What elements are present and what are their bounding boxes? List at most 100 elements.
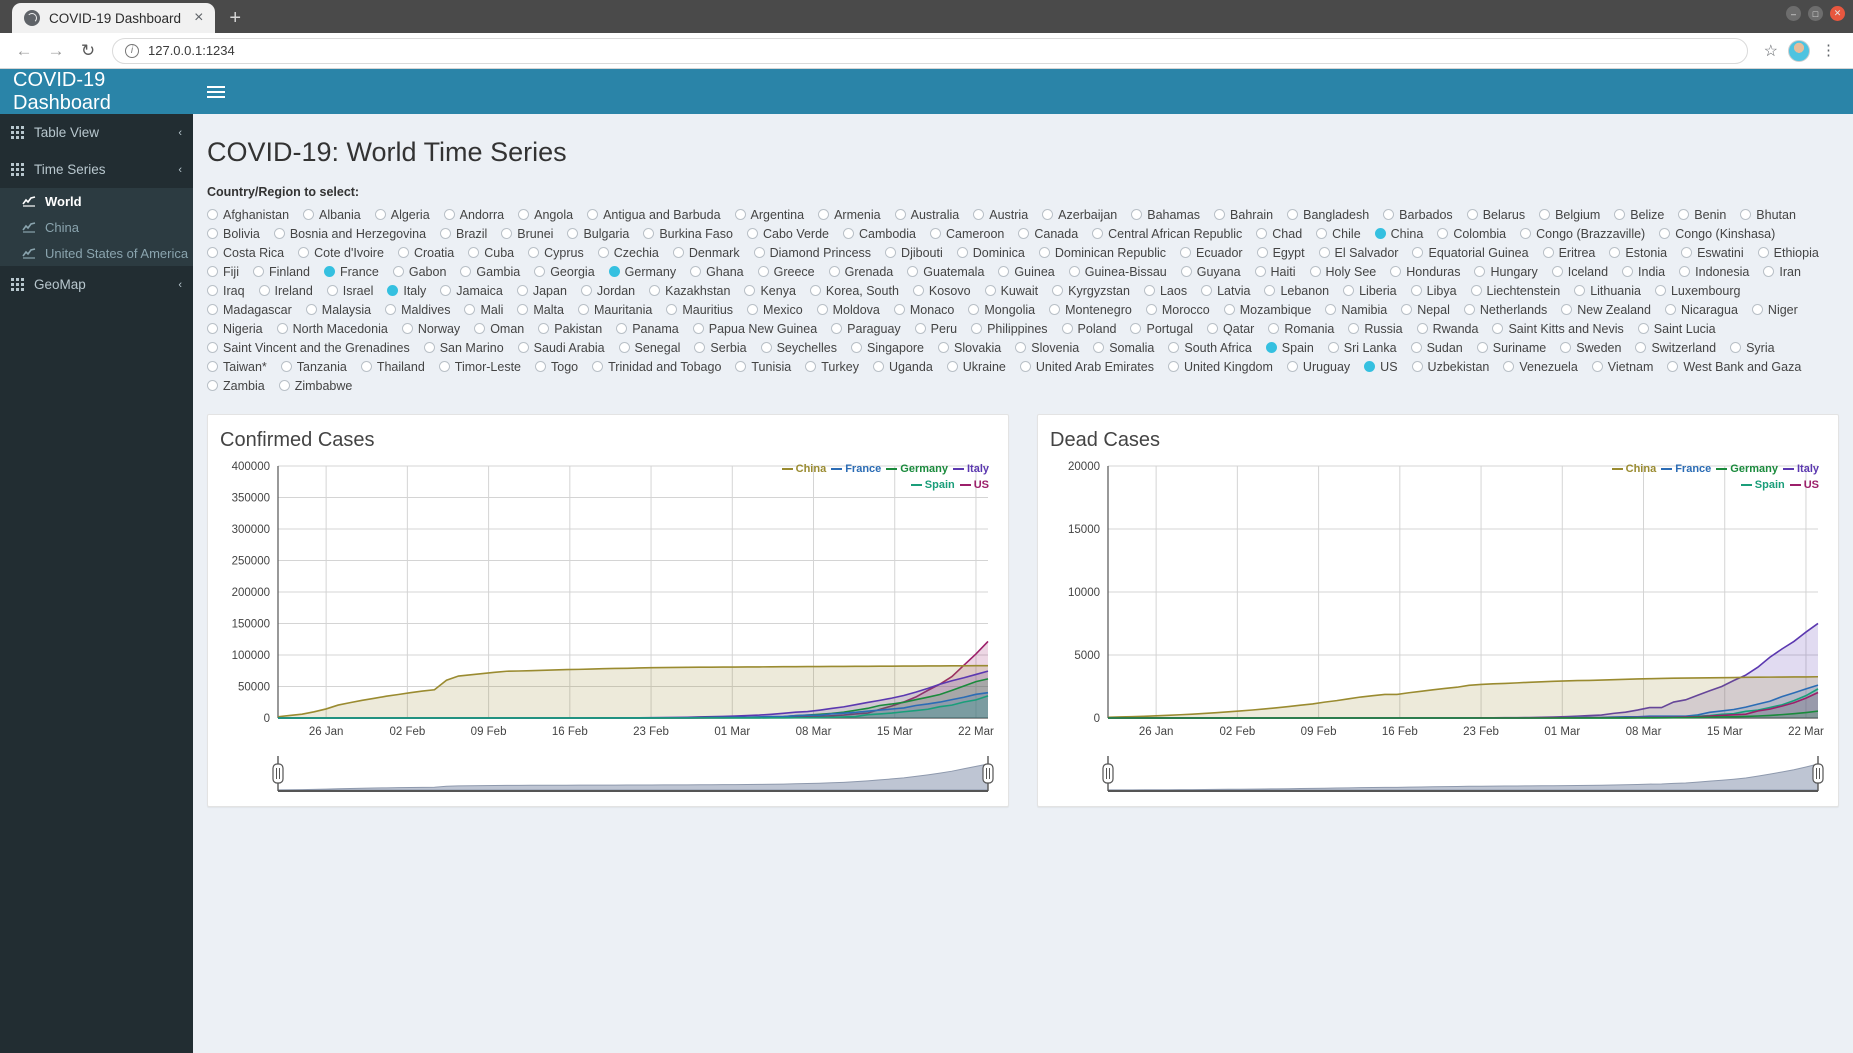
radio-icon[interactable] (1609, 247, 1621, 258)
radio-icon[interactable] (298, 247, 310, 258)
country-option[interactable]: Taiwan* (207, 358, 267, 375)
chart-legend[interactable]: China France Germany Italy Spain US (757, 461, 989, 493)
country-option[interactable]: Grenada (828, 263, 893, 280)
radio-icon[interactable] (747, 304, 759, 315)
country-option[interactable]: Egypt (1256, 244, 1305, 261)
country-option[interactable]: Tunisia (735, 358, 791, 375)
country-option[interactable]: France (323, 263, 379, 280)
country-option[interactable]: Mozambique (1223, 301, 1311, 318)
country-option[interactable]: Bolivia (207, 225, 260, 242)
country-option[interactable]: United Arab Emirates (1019, 358, 1154, 375)
radio-icon[interactable] (1374, 228, 1386, 239)
close-tab-icon[interactable]: × (190, 10, 207, 26)
legend-item[interactable]: Germany (886, 463, 948, 475)
radio-icon[interactable] (1180, 247, 1192, 258)
radio-icon[interactable] (392, 266, 404, 277)
country-option[interactable]: US (1364, 358, 1398, 375)
radio-icon[interactable] (753, 247, 765, 258)
country-option[interactable]: Mauritius (666, 301, 733, 318)
country-option[interactable]: Guinea-Bissau (1068, 263, 1167, 280)
radio-icon[interactable] (1664, 304, 1676, 315)
country-option[interactable]: Czechia (597, 244, 659, 261)
radio-icon[interactable] (1476, 342, 1488, 353)
country-option[interactable]: Honduras (1390, 263, 1460, 280)
radio-icon[interactable] (1061, 323, 1073, 334)
country-option[interactable]: Seychelles (760, 339, 837, 356)
country-option[interactable]: Central African Republic (1092, 225, 1242, 242)
radio-icon[interactable] (1316, 228, 1328, 239)
country-option[interactable]: Chile (1316, 225, 1361, 242)
radio-icon[interactable] (1542, 247, 1554, 258)
country-option[interactable]: Kosovo (912, 282, 971, 299)
radio-icon[interactable] (1052, 285, 1064, 296)
radio-icon[interactable] (207, 380, 218, 391)
country-option[interactable]: Switzerland (1635, 339, 1716, 356)
country-option[interactable]: Canada (1018, 225, 1078, 242)
country-option[interactable]: Suriname (1476, 339, 1546, 356)
country-option[interactable]: Singapore (851, 339, 924, 356)
country-option[interactable]: Ukraine (946, 358, 1006, 375)
country-option[interactable]: India (1622, 263, 1665, 280)
radio-icon[interactable] (528, 247, 540, 258)
radio-icon[interactable] (998, 266, 1010, 277)
radio-icon[interactable] (374, 209, 386, 220)
radio-icon[interactable] (423, 342, 435, 353)
avatar[interactable] (1788, 39, 1810, 62)
country-option[interactable]: Slovenia (1015, 339, 1079, 356)
legend-item[interactable]: France (1661, 463, 1711, 475)
radio-icon[interactable] (1474, 266, 1486, 277)
sidebar-item-table-view[interactable]: Table View ‹ (0, 114, 193, 151)
country-option[interactable]: Fiji (207, 263, 239, 280)
radio-icon[interactable] (567, 228, 579, 239)
country-option[interactable]: Malta (517, 301, 564, 318)
radio-icon[interactable] (893, 304, 905, 315)
country-option[interactable]: Thailand (360, 358, 425, 375)
country-option[interactable]: Armenia (818, 206, 881, 223)
radio-icon[interactable] (1410, 342, 1422, 353)
radio-icon[interactable] (1093, 342, 1105, 353)
radio-icon[interactable] (1416, 323, 1428, 334)
radio-icon[interactable] (1757, 247, 1769, 258)
radio-icon[interactable] (831, 323, 843, 334)
country-option[interactable]: China (1374, 225, 1423, 242)
country-option[interactable]: Albania (303, 206, 361, 223)
country-option[interactable]: Saint Kitts and Nevis (1492, 320, 1624, 337)
maximize-icon[interactable]: □ (1808, 6, 1823, 21)
radio-icon[interactable] (1622, 266, 1634, 277)
radio-icon[interactable] (534, 266, 546, 277)
radio-icon[interactable] (1327, 342, 1339, 353)
country-option[interactable]: Ireland (258, 282, 313, 299)
country-option[interactable]: Bosnia and Herzegovina (273, 225, 426, 242)
radio-icon[interactable] (438, 361, 450, 372)
radio-icon[interactable] (984, 285, 996, 296)
radio-icon[interactable] (1679, 266, 1691, 277)
radio-icon[interactable] (1254, 266, 1266, 277)
country-option[interactable]: Netherlands (1463, 301, 1547, 318)
country-option[interactable]: Iran (1763, 263, 1801, 280)
country-option[interactable]: Andorra (443, 206, 504, 223)
country-option[interactable]: Benin (1678, 206, 1726, 223)
radio-icon[interactable] (1268, 323, 1280, 334)
radio-icon[interactable] (1264, 285, 1276, 296)
radio-icon[interactable] (643, 228, 655, 239)
country-option[interactable]: Russia (1348, 320, 1403, 337)
radio-icon[interactable] (207, 304, 218, 315)
dead-range-slider[interactable] (1050, 754, 1826, 796)
country-option[interactable]: Turkey (805, 358, 859, 375)
country-option[interactable]: Mongolia (968, 301, 1035, 318)
radio-icon[interactable] (1325, 304, 1337, 315)
radio-icon[interactable] (1167, 361, 1179, 372)
radio-icon[interactable] (385, 304, 397, 315)
country-option[interactable]: Guatemala (907, 263, 984, 280)
radio-icon[interactable] (207, 361, 218, 372)
country-option[interactable]: Mali (464, 301, 503, 318)
radio-icon[interactable] (207, 247, 218, 258)
radio-icon[interactable] (1201, 285, 1213, 296)
radio-icon[interactable] (1265, 342, 1277, 353)
sidebar-subitem-china[interactable]: China (0, 214, 193, 240)
country-option[interactable]: Belize (1614, 206, 1664, 223)
country-option[interactable]: Costa Rica (207, 244, 284, 261)
country-option[interactable]: Saudi Arabia (517, 339, 605, 356)
country-option[interactable]: Bahrain (1214, 206, 1273, 223)
country-option[interactable]: Croatia (397, 244, 454, 261)
